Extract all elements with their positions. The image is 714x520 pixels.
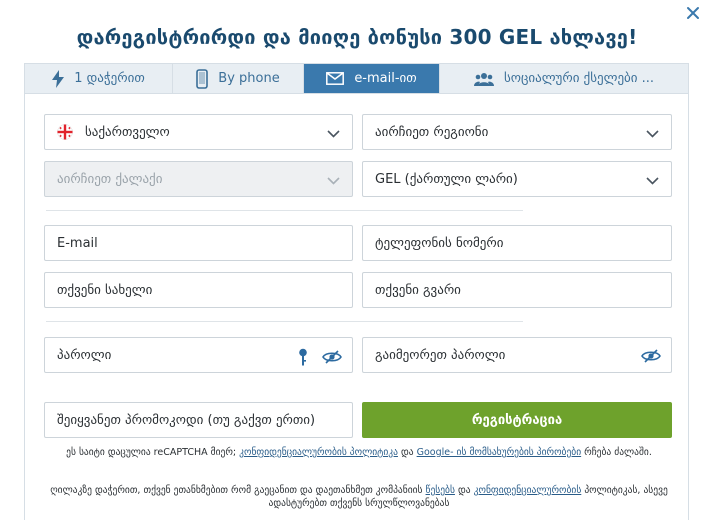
tab-social-label: სოციალური ქსელები ...: [503, 71, 655, 86]
phone-field[interactable]: [362, 225, 672, 261]
rules-link[interactable]: წესებს: [426, 485, 455, 496]
promo-code-field[interactable]: [44, 402, 353, 438]
consent-note-and: და: [457, 485, 471, 496]
tab-email[interactable]: e-mail-ით: [304, 64, 440, 93]
page-title: დარეგისტრირდი და მიიღე ბონუსი 300 GEL ახ…: [76, 25, 638, 49]
tab-by-phone-label: By phone: [218, 71, 280, 86]
privacy-policy-link[interactable]: კონფიდენციალურობის პოლიტიკა: [239, 447, 398, 458]
privacy-link[interactable]: კონფიდენციალურობის: [474, 485, 582, 496]
first-name-field[interactable]: [44, 272, 353, 308]
consent-note-text: ღილაკზე დაჭერით, თქვენ ეთანხმებით რომ გა…: [50, 485, 423, 496]
tab-one-click[interactable]: 1 დაჭერით: [25, 64, 173, 93]
georgia-flag-icon: [57, 124, 73, 140]
registration-tabs: 1 დაჭერით By phone e-mail-ით სოციალური ქ…: [24, 63, 689, 94]
password-field[interactable]: [44, 337, 353, 373]
consent-note: ღილაკზე დაჭერით, თქვენ ეთანხმებით რომ გა…: [39, 484, 679, 510]
chevron-down-icon: [327, 127, 340, 142]
country-value: საქართველო: [85, 124, 170, 140]
registration-form: საქართველო აირჩიეთ რეგიონი აირჩიეთ ქალაქ…: [24, 94, 689, 520]
chevron-down-icon: [646, 127, 659, 142]
eye-hidden-icon[interactable]: [641, 348, 661, 368]
last-name-field[interactable]: [362, 272, 672, 308]
first-name-input[interactable]: [57, 282, 352, 298]
password-input[interactable]: [57, 347, 287, 363]
key-icon[interactable]: [298, 348, 308, 370]
promo-code-input[interactable]: [57, 412, 352, 428]
recaptcha-note: ეს საიტი დაცულია reCAPTCHA მიერ; კონფიდე…: [39, 446, 679, 459]
lightning-icon: [52, 69, 65, 88]
region-select[interactable]: აირჩიეთ რეგიონი: [362, 114, 672, 150]
divider: [46, 321, 523, 322]
city-value: აირჩიეთ ქალაქი: [57, 171, 163, 187]
close-icon[interactable]: [686, 6, 704, 24]
recaptcha-note-text: ეს საიტი დაცულია reCAPTCHA მიერ;: [66, 447, 237, 458]
last-name-input[interactable]: [375, 282, 671, 298]
users-icon: [473, 72, 494, 86]
tab-by-phone[interactable]: By phone: [173, 64, 304, 93]
city-select[interactable]: აირჩიეთ ქალაქი: [44, 161, 353, 197]
eye-hidden-icon[interactable]: [322, 349, 342, 369]
email-field[interactable]: [44, 225, 353, 261]
region-value: აირჩიეთ რეგიონი: [375, 124, 489, 140]
phone-input[interactable]: [375, 235, 671, 251]
country-select[interactable]: საქართველო: [44, 114, 353, 150]
repeat-password-input[interactable]: [375, 347, 625, 363]
tab-one-click-label: 1 დაჭერით: [74, 71, 145, 86]
repeat-password-field[interactable]: [362, 337, 672, 373]
register-button[interactable]: რეგისტრაცია: [362, 402, 672, 438]
currency-select[interactable]: GEL (ქართული ლარი): [362, 161, 672, 197]
email-input[interactable]: [57, 235, 352, 251]
chevron-down-icon: [327, 174, 340, 189]
recaptcha-note-suffix: რჩება ძალაში.: [584, 447, 652, 458]
tab-social-networks[interactable]: სოციალური ქსელები ...: [440, 64, 688, 93]
google-terms-link[interactable]: Google- ის მომსახურების პირობები: [417, 447, 582, 458]
tab-email-label: e-mail-ით: [354, 71, 417, 86]
envelope-icon: [326, 72, 345, 85]
recaptcha-note-and: და: [400, 447, 414, 458]
divider: [46, 210, 523, 211]
currency-value: GEL (ქართული ლარი): [375, 171, 518, 187]
chevron-down-icon: [646, 174, 659, 189]
phone-icon: [196, 68, 209, 89]
